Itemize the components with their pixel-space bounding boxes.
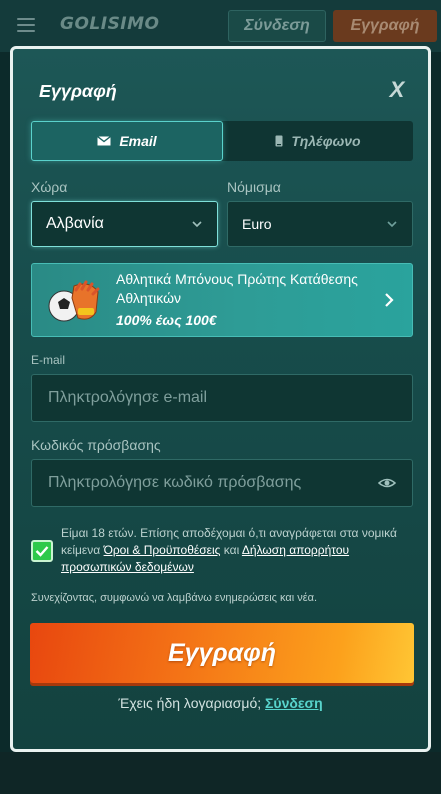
tab-email-label: Email xyxy=(119,133,157,149)
background-header: GOLISIMO Σύνδεση Εγγραφή xyxy=(0,0,441,52)
envelope-icon xyxy=(97,136,112,146)
currency-value: Euro xyxy=(242,216,272,232)
tab-phone[interactable]: Τηλέφωνο xyxy=(223,121,413,161)
login-link[interactable]: Σύνδεση xyxy=(265,695,323,711)
brand-logo: GOLISIMO xyxy=(60,14,160,34)
chevron-right-icon xyxy=(385,293,394,307)
menu-icon[interactable] xyxy=(17,18,35,32)
goalkeeper-glove-ball-icon xyxy=(48,280,100,322)
close-icon[interactable]: X xyxy=(386,77,408,102)
checkmark-icon xyxy=(35,546,49,557)
country-select[interactable]: Αλβανία xyxy=(31,201,218,247)
currency-label: Νόμισμα xyxy=(227,179,281,195)
terms-text: Είμαι 18 ετών. Επίσης αποδέχομαι ό,τι αν… xyxy=(61,525,401,576)
phone-icon xyxy=(275,135,283,147)
bonus-amount: 100% έως 100€ xyxy=(116,312,217,328)
terms-checkbox[interactable] xyxy=(31,540,53,562)
email-field[interactable]: Πληκτρολόγησε e-mail xyxy=(31,374,413,422)
password-field[interactable]: Πληκτρολόγησε κωδικό πρόσβασης xyxy=(31,459,413,507)
password-label: Κωδικός πρόσβασης xyxy=(31,437,161,453)
terms-link[interactable]: Όροι & Προϋποθέσεις xyxy=(104,543,221,557)
login-prompt: Έχεις ήδη λογαριασμό; Σύνδεση xyxy=(13,695,428,711)
country-value: Αλβανία xyxy=(46,215,104,232)
background-footer xyxy=(0,752,441,794)
modal-title: Εγγραφή xyxy=(39,81,117,101)
chevron-down-icon xyxy=(387,221,397,228)
email-placeholder: Πληκτρολόγησε e-mail xyxy=(48,389,208,406)
bonus-description: Αθλητικά Μπόνους Πρώτης Κατάθεσης Αθλητι… xyxy=(116,271,358,306)
password-placeholder: Πληκτρολόγησε κωδικό πρόσβασης xyxy=(48,474,302,491)
register-button[interactable]: Εγγραφή xyxy=(30,623,414,683)
bonus-banner[interactable]: Αθλητικά Μπόνους Πρώτης Κατάθεσης Αθλητι… xyxy=(31,263,413,337)
header-register-button[interactable]: Εγγραφή xyxy=(333,10,437,42)
eye-icon[interactable] xyxy=(378,476,396,490)
email-label: E-mail xyxy=(31,353,66,367)
terms-connector: και xyxy=(220,543,242,557)
currency-select[interactable]: Euro xyxy=(227,201,413,247)
country-label: Χώρα xyxy=(31,179,68,195)
login-prompt-text: Έχεις ήδη λογαριασμό; xyxy=(118,695,262,711)
tab-phone-label: Τηλέφωνο xyxy=(291,133,361,149)
newsletter-consent-text: Συνεχίζοντας, συμφωνώ να λαμβάνω ενημερώ… xyxy=(31,592,318,604)
chevron-down-icon xyxy=(192,221,202,228)
tab-email[interactable]: Email xyxy=(31,121,223,161)
signup-method-tabs: Email Τηλέφωνο xyxy=(31,121,413,161)
registration-modal: Εγγραφή X Email Τηλέφωνο Χώρα Αλβανία Νό… xyxy=(10,46,431,752)
header-login-button[interactable]: Σύνδεση xyxy=(228,10,326,42)
